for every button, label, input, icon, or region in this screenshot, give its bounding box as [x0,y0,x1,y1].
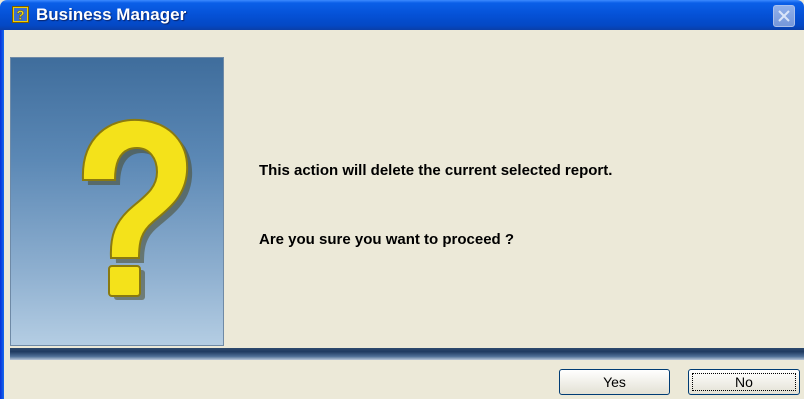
yes-button[interactable]: Yes [559,369,670,395]
close-icon [778,10,790,22]
message-delete-warning: This action will delete the current sele… [259,162,613,179]
no-button-label: No [735,374,753,390]
question-icon: ? [12,6,29,23]
message-confirm-question: Are you sure you want to proceed ? [259,231,515,248]
svg-text:?: ? [17,8,25,23]
window-title: Business Manager [36,5,187,24]
question-mark-icon [81,118,193,300]
side-image-panel [10,57,224,346]
yes-button-label: Yes [603,374,626,390]
title-bar[interactable]: ? Business Manager [0,0,804,30]
dialog-window: ? Business Manager This action will dele… [0,0,804,399]
window-frame-left [0,30,4,399]
no-button[interactable]: No [688,369,800,395]
close-button[interactable] [773,5,795,27]
message-panel: This action will delete the current sele… [226,57,804,346]
separator-bar [10,348,804,360]
